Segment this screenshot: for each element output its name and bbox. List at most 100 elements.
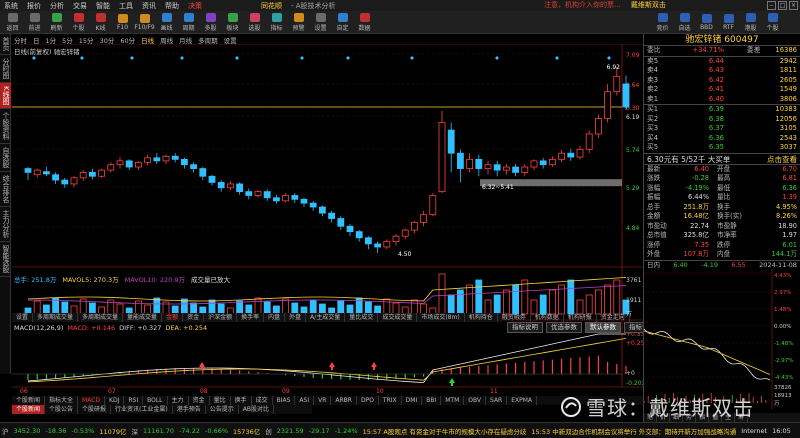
bottom-tab-10[interactable]: 成交 [252, 396, 273, 405]
sell-order-row[interactable]: 卖4 6.43 1811 [644, 66, 800, 76]
menu-item-decision[interactable]: 决策 [188, 1, 202, 11]
bottom-tab-3[interactable]: KDJ [105, 396, 125, 405]
toolbar-button-3[interactable]: 个股 [69, 12, 88, 32]
bottom-tab-7[interactable]: 资金 [189, 396, 210, 405]
bottom-tab-16[interactable]: TRIX [379, 396, 402, 405]
indicator-tab-16[interactable]: 机构数据 [531, 313, 564, 322]
indicator-tab-8[interactable]: 内盘 [264, 313, 286, 322]
toolbar-button-7[interactable]: 画线 [157, 12, 176, 32]
toolbar-button-0[interactable]: 返回 [3, 12, 22, 32]
menu-item-trade[interactable]: 交易 [73, 1, 87, 11]
sell-order-row[interactable]: 卖3 6.42 2605 [644, 76, 800, 86]
toolbar-button-4[interactable]: K线 [91, 12, 110, 32]
bottom-tab-20[interactable]: OBV [464, 396, 487, 405]
menu-item-smart[interactable]: 智能 [96, 1, 110, 11]
sidebar-item-6[interactable]: 主力分析 [0, 207, 11, 242]
bottom-tab-11[interactable]: BIAS [273, 396, 296, 405]
buy-order-row[interactable]: 买2 6.38 12056 [644, 115, 800, 125]
bottom-tab-14[interactable]: ARBR [331, 396, 357, 405]
toolbar-button-9[interactable]: 多股 [201, 12, 220, 32]
indicator-tab-7[interactable]: 换手率 [237, 313, 265, 322]
indicator-tab-6[interactable]: 沪深金额 [204, 313, 238, 322]
sh-index-value[interactable]: 3452.30 [14, 427, 41, 435]
sell-order-row[interactable]: 卖1 6.40 3806 [644, 95, 800, 105]
menu-item-help[interactable]: 帮助 [165, 1, 179, 11]
macd-button-2[interactable]: 默认参数 [585, 322, 621, 333]
toolbar-button-16[interactable]: 数据 [355, 12, 374, 32]
bottom-tab-0[interactable]: 个股新闻 [12, 396, 46, 405]
macd-button-0[interactable]: 指标说明 [507, 322, 543, 333]
intraday-chart[interactable]: 4.43% 2.97% 1.48% 0.00% -1.48% -2.97% -4.43% 37… [643, 268, 800, 409]
kline-chart[interactable]: 7.096.646.306.195.745.294.846.32~5.416.9… [12, 44, 643, 394]
maximize-icon[interactable]: □ [778, 1, 787, 10]
news-ticker-2[interactable]: 15:53 中新双边合作机制会议将举行 外交部：期待开新万加强战略沟通 [531, 426, 736, 436]
toolbar-right-button-3[interactable]: RTF [719, 12, 738, 32]
bottom-tab-8[interactable]: 量比 [210, 396, 231, 405]
toolbar-button-11[interactable]: 选股 [245, 12, 264, 32]
menu-item-system[interactable]: 系统 [4, 1, 18, 11]
sell-order-row[interactable]: 卖2 6.41 1549 [644, 85, 800, 95]
indicator-tab-9[interactable]: 外盘 [285, 313, 307, 322]
bottom-tab-22[interactable]: EXPMA [507, 396, 538, 405]
sidebar-item-0[interactable]: 首页 [0, 34, 11, 55]
toolbar-right-button-5[interactable]: 个股 [763, 12, 782, 32]
toolbar-right-button-4[interactable]: 港股 [741, 12, 760, 32]
toolbar-button-6[interactable]: F10/F9 [134, 12, 155, 32]
news-tab-4[interactable]: 港手预告 [173, 405, 206, 414]
bottom-tab-1[interactable]: 指标大全 [45, 396, 79, 405]
buy-order-row[interactable]: 买5 6.35 3037 [644, 143, 800, 153]
bottom-tab-13[interactable]: VR [314, 396, 332, 405]
news-tab-2[interactable]: 个股研报 [78, 405, 112, 414]
toolbar-right-button-1[interactable]: 自选 [675, 12, 694, 32]
indicator-tab-5[interactable]: 资金 [183, 313, 205, 322]
buy-order-row[interactable]: 买3 6.37 3105 [644, 124, 800, 134]
bottom-tab-5[interactable]: BOLL [143, 396, 168, 405]
indicator-tab-12[interactable]: 成交成交量 [378, 313, 418, 322]
bottom-tab-2[interactable]: MACD [78, 396, 106, 405]
toolbar-button-13[interactable]: 预警 [289, 12, 308, 32]
close-icon[interactable]: × [789, 1, 798, 10]
sidebar-item-4[interactable]: 自选股 [0, 144, 11, 172]
notice-marquee[interactable]: 注意，机构介入你的票... 戴维斯双击 [544, 0, 666, 11]
cy-index-value[interactable]: 2321.59 [277, 427, 304, 435]
buy-order-row[interactable]: 买1 6.39 10383 [644, 105, 800, 115]
indicator-tab-17[interactable]: 机构研报 [564, 313, 597, 322]
bottom-tab-17[interactable]: DMI [402, 396, 423, 405]
indicator-tab-18[interactable]: 资金走向 [597, 313, 630, 322]
toolbar-button-1[interactable]: 前进 [25, 12, 44, 32]
toolbar-button-2[interactable]: 刷新 [47, 12, 66, 32]
indicator-tab-14[interactable]: 机构持仓 [465, 313, 498, 322]
sidebar-item-3[interactable]: 个股资料 [0, 109, 11, 144]
bottom-tab-6[interactable]: 主力 [168, 396, 189, 405]
big-order-link[interactable]: 点击查看 [767, 154, 797, 164]
toolbar-button-5[interactable]: F10 [113, 12, 132, 32]
indicator-tab-0[interactable]: 设置 [12, 313, 34, 322]
bottom-tab-15[interactable]: DPO [357, 396, 379, 405]
sidebar-item-2[interactable]: K线图 [0, 83, 11, 109]
bottom-tab-12[interactable]: ASI [295, 396, 315, 405]
toolbar-right-button-2[interactable]: BBD [697, 12, 716, 32]
sell-order-row[interactable]: 卖5 6.44 2942 [644, 57, 800, 67]
news-tab-3[interactable]: 行业资讯(工业金属) [111, 405, 173, 414]
indicator-tab-4[interactable]: 金额 [162, 313, 184, 322]
news-tab-6[interactable]: AB股对比 [239, 405, 274, 414]
indicator-tab-13[interactable]: 市场成交(8m) [417, 313, 465, 322]
news-tab-0[interactable]: 个股新闻 [12, 405, 46, 414]
news-tab-1[interactable]: 个股公告 [45, 405, 79, 414]
bottom-tab-9[interactable]: 换手 [231, 396, 252, 405]
toolbar-button-8[interactable]: 周期 [179, 12, 198, 32]
indicator-tab-3[interactable]: 量能成交量 [123, 313, 163, 322]
sidebar-item-7[interactable]: 智能选股 [0, 242, 11, 277]
bottom-tab-18[interactable]: BBI [422, 396, 442, 405]
news-tab-5[interactable]: 公告提示 [206, 405, 239, 414]
indicator-tab-1[interactable]: 多周期成交量 [33, 313, 79, 322]
menu-item-analysis[interactable]: 分析 [50, 1, 64, 11]
menu-item-tools[interactable]: 工具 [119, 1, 133, 11]
menu-item-news[interactable]: 资讯 [142, 1, 156, 11]
bottom-tab-21[interactable]: SAR [486, 396, 508, 405]
toolbar-right-button-0[interactable]: 竞价 [653, 12, 672, 32]
big-order-headline[interactable]: 6.30元有 5/52千 大买单 点击查看 [644, 152, 800, 164]
sidebar-item-5[interactable]: 综合排名 [0, 172, 11, 207]
buy-order-row[interactable]: 买4 6.36 2543 [644, 134, 800, 144]
toolbar-button-12[interactable]: 指标 [267, 12, 286, 32]
